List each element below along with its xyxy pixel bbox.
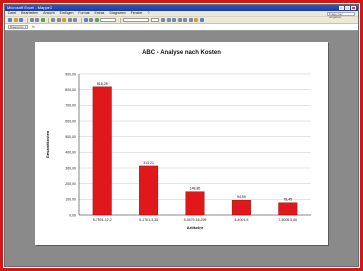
y-tick-label: 400,00 bbox=[65, 151, 76, 155]
save-icon[interactable] bbox=[19, 18, 23, 22]
font-color-icon[interactable] bbox=[199, 18, 204, 22]
y-tick-label: 300,00 bbox=[65, 166, 76, 170]
fill-color-icon[interactable] bbox=[194, 18, 198, 22]
new-icon[interactable] bbox=[8, 18, 12, 22]
data-label: 94,55 bbox=[237, 195, 246, 199]
name-box[interactable]: Diagramm 1 bbox=[8, 25, 28, 29]
minimize-button[interactable] bbox=[339, 6, 344, 10]
close-button[interactable] bbox=[351, 6, 356, 10]
align-left-icon[interactable] bbox=[177, 18, 182, 22]
data-label: 313,21 bbox=[143, 161, 154, 165]
align-right-icon[interactable] bbox=[188, 18, 193, 22]
open-icon[interactable] bbox=[13, 18, 18, 22]
spellcheck-icon[interactable] bbox=[40, 18, 45, 22]
menu-format[interactable]: Format bbox=[78, 11, 89, 16]
x-tick-label: 7-5006-5,60 bbox=[278, 218, 297, 222]
data-label: 148,85 bbox=[190, 187, 201, 191]
cut-icon[interactable] bbox=[51, 18, 55, 22]
italic-icon[interactable] bbox=[166, 18, 171, 22]
font-combo[interactable] bbox=[123, 18, 149, 22]
paste-icon[interactable] bbox=[62, 18, 66, 22]
menu-view[interactable]: Ansicht bbox=[43, 11, 54, 16]
menu-edit[interactable]: Bearbeiten bbox=[21, 11, 38, 16]
underline-icon[interactable] bbox=[172, 18, 176, 22]
x-tick-label: 5-1761-3,35 bbox=[139, 218, 158, 222]
formula-bar: Diagramm 1 fx bbox=[5, 23, 358, 31]
x-tick-label: 4-4001-5 bbox=[234, 218, 248, 222]
undo-icon[interactable] bbox=[67, 18, 72, 22]
bold-icon[interactable] bbox=[161, 18, 165, 22]
toolbar-divider bbox=[120, 17, 121, 23]
chart-page[interactable]: ABC - Analyse nach Kosten 0,00 100,00 200,… bbox=[35, 42, 328, 245]
y-tick-label: 200,00 bbox=[65, 182, 76, 186]
y-tick-label: 700,00 bbox=[65, 104, 76, 108]
y-tick-label: 800,00 bbox=[65, 88, 76, 92]
bar bbox=[139, 165, 159, 216]
y-tick-label: 100,00 bbox=[65, 198, 76, 202]
fx-icon: fx bbox=[32, 25, 35, 29]
x-tick-label: 5-7501-12,2 bbox=[93, 218, 112, 222]
toolbar-divider bbox=[48, 17, 49, 23]
chart-wizard-icon[interactable] bbox=[94, 18, 99, 22]
bar bbox=[278, 202, 298, 216]
toolbar-divider bbox=[80, 17, 82, 23]
maximize-button[interactable] bbox=[345, 6, 350, 10]
font-size-combo[interactable] bbox=[151, 18, 159, 22]
copy-icon[interactable] bbox=[56, 18, 61, 22]
align-center-icon[interactable] bbox=[183, 18, 187, 22]
bar bbox=[185, 191, 205, 216]
print-icon[interactable] bbox=[29, 18, 34, 22]
bar-chart: 0,00 100,00 200,00 300,00 400,00 500,00 600,00… bbox=[45, 72, 311, 230]
menu-file[interactable]: Datei bbox=[8, 11, 16, 16]
menu-window[interactable]: Fenster bbox=[131, 11, 143, 16]
y-tick-label: 0,00 bbox=[69, 213, 76, 217]
y-tick-label: 600,00 bbox=[65, 119, 76, 123]
y-tick-label: 900,00 bbox=[65, 72, 76, 76]
y-tick-label: 500,00 bbox=[65, 135, 76, 139]
data-label: 78,45 bbox=[283, 198, 292, 202]
sort-icon[interactable] bbox=[89, 18, 93, 22]
window-title: Microsoft Excel - Mappe1 bbox=[7, 5, 53, 10]
x-axis-label: Artikelnr bbox=[187, 225, 204, 230]
menu-insert[interactable]: Einfügen bbox=[60, 11, 74, 16]
menu-chart[interactable]: Diagramm bbox=[109, 11, 125, 16]
y-axis-label: Gesamtkosten bbox=[45, 130, 50, 158]
standard-toolbar bbox=[5, 16, 358, 23]
highlight-frame: Microsoft Excel - Mappe1 Datei Bearbeite… bbox=[0, 0, 363, 271]
data-label: 818,28 bbox=[97, 82, 108, 86]
help-search-input[interactable]: Frage hier eingeben bbox=[327, 11, 355, 18]
zoom-combo[interactable] bbox=[100, 18, 116, 22]
sum-icon[interactable] bbox=[83, 18, 88, 22]
bar bbox=[231, 199, 251, 216]
bar bbox=[92, 86, 112, 216]
menu-tools[interactable]: Extras bbox=[95, 11, 105, 16]
excel-window: Microsoft Excel - Mappe1 Datei Bearbeite… bbox=[4, 4, 359, 267]
title-bar: Microsoft Excel - Mappe1 bbox=[5, 5, 358, 11]
redo-icon[interactable] bbox=[73, 18, 77, 22]
toolbar-divider bbox=[26, 17, 28, 23]
x-tick-label: 5-0479-16,295 bbox=[184, 218, 207, 222]
preview-icon[interactable] bbox=[35, 18, 39, 22]
menu-help[interactable]: ? bbox=[147, 11, 149, 16]
